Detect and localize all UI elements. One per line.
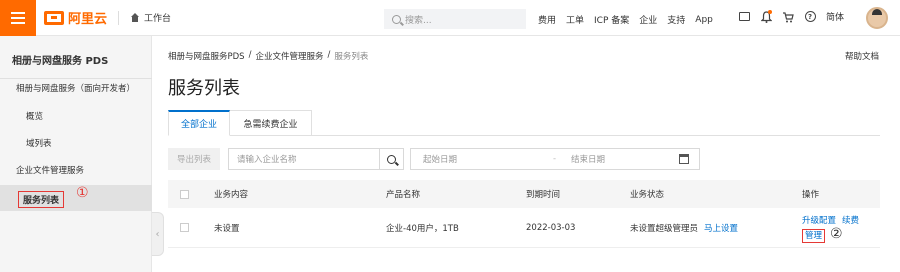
- cell-content: 未设置: [214, 223, 240, 234]
- divider: [0, 78, 152, 79]
- breadcrumb-current: 服务列表: [334, 52, 369, 62]
- row-checkbox[interactable]: [180, 223, 189, 232]
- nav-tickets[interactable]: 工单: [566, 13, 584, 26]
- manage-link[interactable]: 管理: [802, 229, 826, 243]
- breadcrumb-item[interactable]: 企业文件管理服务: [255, 50, 323, 62]
- breadcrumb-sep: /: [248, 50, 252, 60]
- breadcrumb-item[interactable]: 相册与网盘服务PDS: [168, 50, 245, 62]
- annotation-marker-1: ①: [76, 185, 89, 201]
- nav-billing[interactable]: 费用: [538, 13, 556, 26]
- sidebar: 相册与网盘服务 PDS 相册与网盘服务（面向开发者） 概览 域列表 企业文件管理…: [0, 36, 152, 272]
- sidebar-item-service-list[interactable]: 服务列表: [18, 191, 65, 208]
- aliyun-logo-icon: [44, 10, 64, 25]
- page-title: 服务列表: [168, 78, 240, 99]
- sidebar-item-overview[interactable]: 概览: [26, 110, 43, 122]
- sidebar-collapse-handle[interactable]: ‹: [152, 212, 164, 256]
- chevron-left-icon: ‹: [155, 228, 160, 240]
- divider: [118, 11, 119, 25]
- breadcrumb-sep: /: [327, 50, 331, 60]
- date-range-picker[interactable]: 起始日期 - 结束日期: [410, 148, 700, 170]
- renew-link[interactable]: 续费: [842, 215, 859, 227]
- setup-now-link[interactable]: 马上设置: [704, 222, 738, 234]
- home-icon: [130, 12, 140, 23]
- tab-all-enterprises[interactable]: 全部企业: [168, 110, 230, 136]
- calendar-icon[interactable]: [679, 154, 689, 164]
- hamburger-menu-icon[interactable]: [0, 0, 36, 36]
- cell-expire: 2022-03-03: [526, 222, 576, 233]
- sidebar-title: 相册与网盘服务 PDS: [12, 56, 109, 67]
- nav-enterprise[interactable]: 企业: [639, 13, 657, 26]
- export-list-button[interactable]: 导出列表: [168, 148, 220, 170]
- enterprise-search-placeholder: 请输入企业名称: [237, 155, 297, 165]
- help-icon[interactable]: ?: [804, 11, 816, 23]
- enterprise-search-input[interactable]: 请输入企业名称: [228, 148, 380, 170]
- search-button[interactable]: [380, 148, 404, 170]
- language-switch[interactable]: 简体: [826, 10, 844, 23]
- global-search-input[interactable]: 搜索...: [384, 9, 526, 29]
- nav-support[interactable]: 支持: [667, 13, 685, 26]
- tab-bar: 全部企业 急需续费企业: [168, 110, 880, 136]
- sidebar-item-enterprise-file[interactable]: 企业文件管理服务: [16, 164, 84, 176]
- aliyun-logo[interactable]: 阿里云: [44, 8, 107, 27]
- col-header-product: 产品名称: [386, 190, 421, 200]
- workbench-link[interactable]: 工作台: [130, 11, 171, 24]
- search-placeholder: 搜索...: [405, 15, 432, 26]
- top-nav: 费用 工单 ICP 备案 企业 支持 App: [538, 13, 713, 27]
- col-header-actions: 操作: [802, 190, 820, 200]
- cell-status: 未设置超级管理员: [630, 223, 699, 234]
- sidebar-item-domain-list[interactable]: 域列表: [26, 137, 52, 149]
- date-separator: -: [553, 154, 557, 164]
- terminal-icon[interactable]: [738, 11, 750, 23]
- top-bar: 阿里云 工作台 搜索... 费用 工单 ICP 备案 企业 支持 App ? 简…: [0, 0, 900, 36]
- tab-urgent-renewal[interactable]: 急需续费企业: [230, 110, 312, 136]
- workbench-label: 工作台: [144, 14, 172, 24]
- nav-app[interactable]: App: [695, 15, 713, 25]
- select-all-checkbox[interactable]: [180, 189, 189, 199]
- cart-icon[interactable]: [782, 11, 794, 23]
- sidebar-item-pds-dev[interactable]: 相册与网盘服务（面向开发者）: [16, 82, 135, 94]
- col-header-status: 业务状态: [630, 190, 665, 200]
- breadcrumb: 相册与网盘服务PDS / 企业文件管理服务 / 服务列表: [168, 50, 368, 62]
- search-icon: [387, 154, 396, 164]
- table-row: 未设置 企业-40用户，1TB 2022-03-03 未设置超级管理员 马上设置…: [168, 208, 880, 248]
- logo-text: 阿里云: [68, 12, 108, 27]
- table-header: 业务内容 产品名称 到期时间 业务状态 操作: [168, 180, 880, 208]
- start-date-input[interactable]: 起始日期: [423, 153, 457, 165]
- help-doc-link[interactable]: 帮助文档: [845, 50, 879, 62]
- search-icon: [392, 14, 401, 24]
- top-icons: ? 简体: [738, 9, 844, 23]
- cell-product: 企业-40用户，1TB: [386, 223, 459, 234]
- end-date-input[interactable]: 结束日期: [571, 153, 605, 165]
- avatar[interactable]: [866, 7, 888, 29]
- bell-icon[interactable]: [760, 9, 772, 23]
- col-header-content: 业务内容: [214, 190, 249, 200]
- nav-icp[interactable]: ICP 备案: [594, 13, 629, 26]
- col-header-expire: 到期时间: [526, 190, 561, 200]
- annotation-marker-2: ②: [830, 226, 843, 242]
